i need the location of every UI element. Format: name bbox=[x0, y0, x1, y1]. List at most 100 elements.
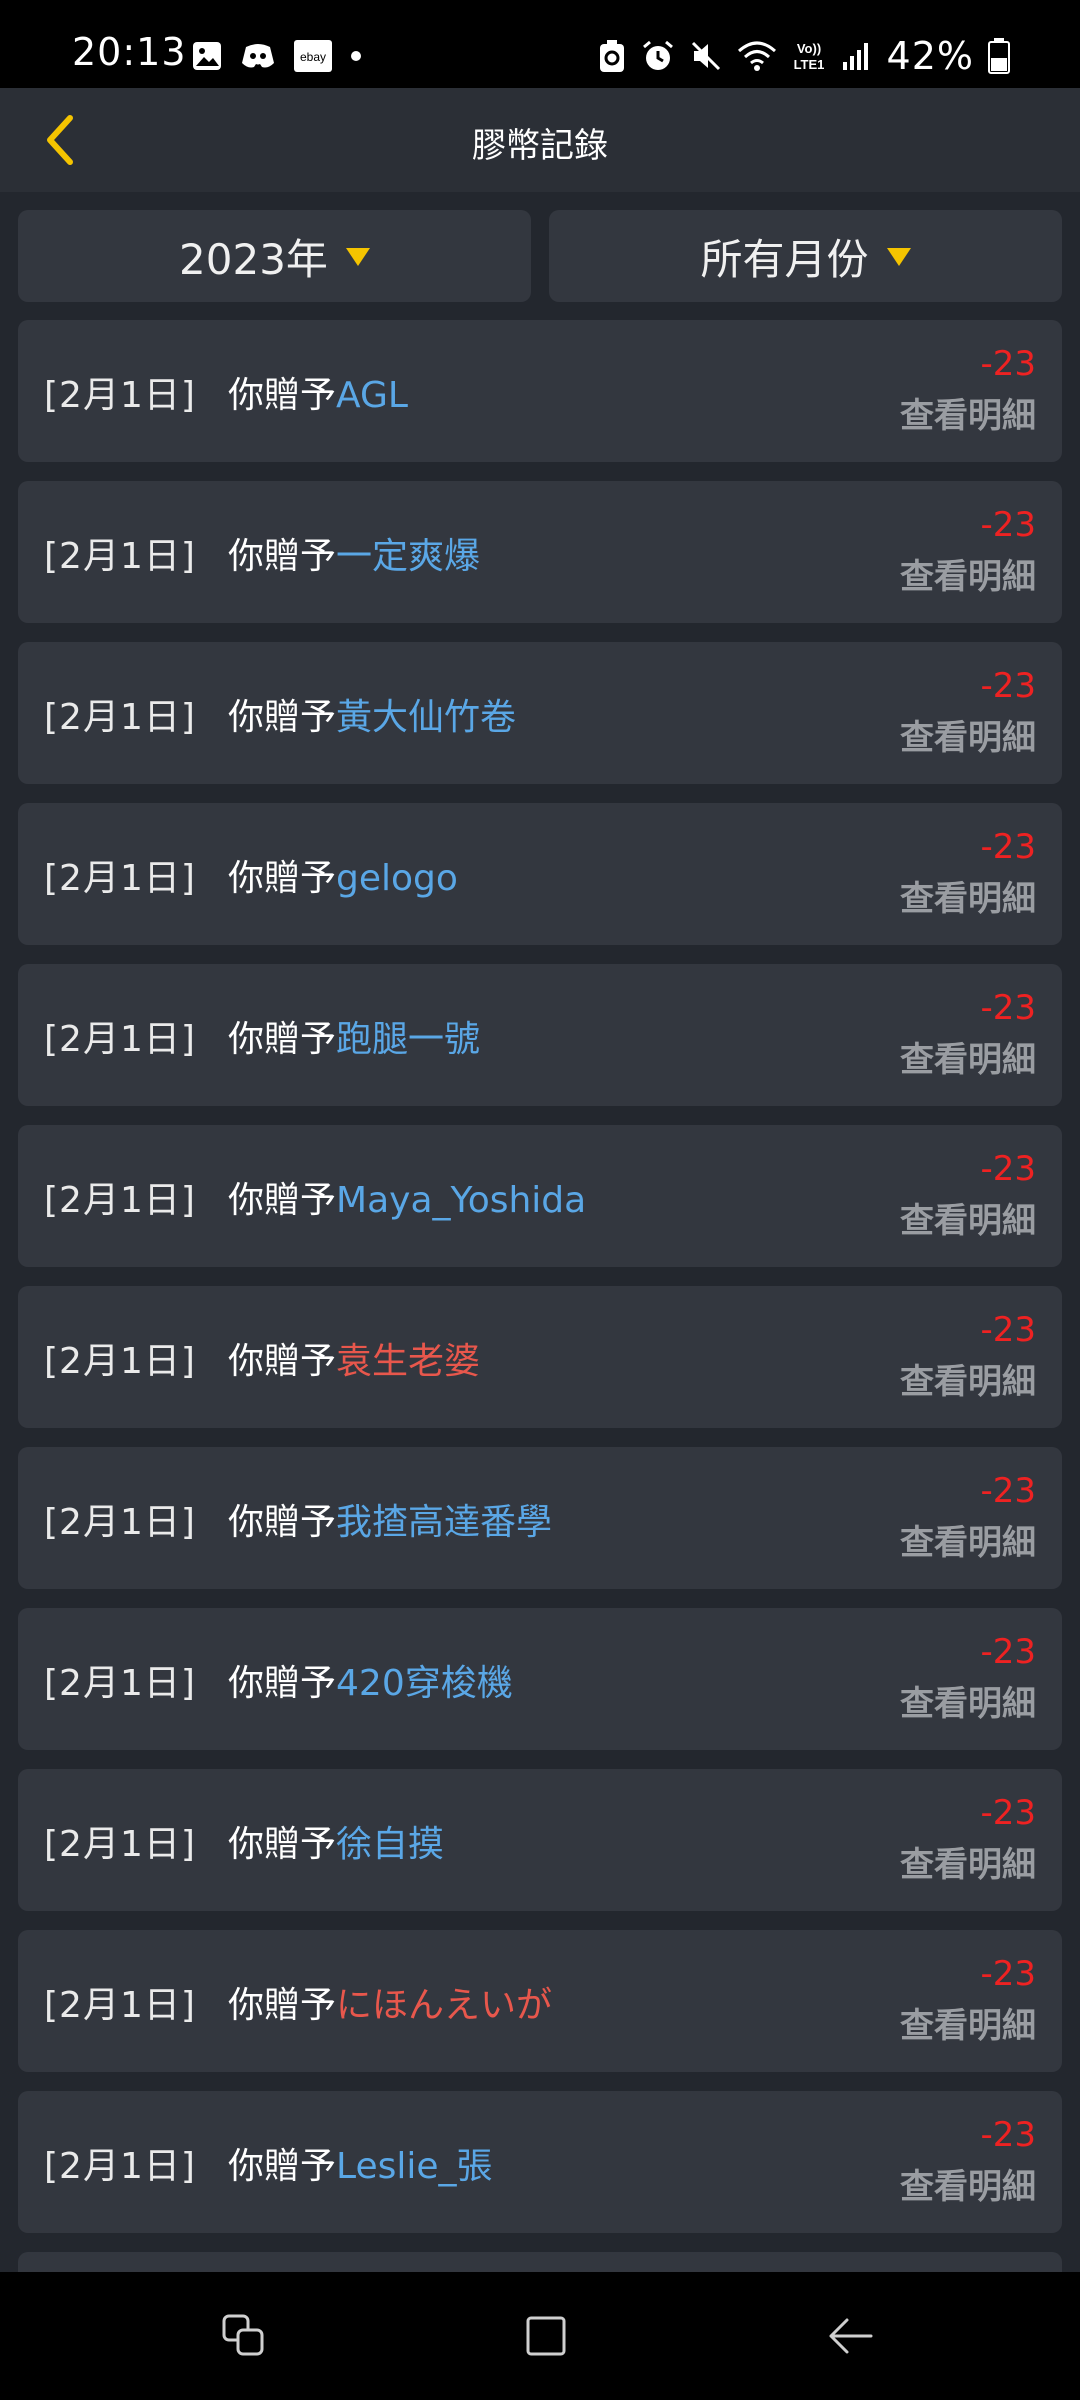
record-amount: -23 bbox=[980, 666, 1036, 706]
page-title: 膠幣記錄 bbox=[472, 126, 608, 166]
record-description: 你贈予gelogo bbox=[228, 849, 458, 901]
record-amount: -23 bbox=[980, 1149, 1036, 1189]
svg-text:ebay: ebay bbox=[300, 50, 326, 64]
recipient-name-link[interactable]: gelogo bbox=[336, 858, 458, 899]
recipient-name-link[interactable]: にほんえいが bbox=[336, 1985, 552, 2026]
record-row[interactable]: [2月1日] 你贈予AGL -23 查看明細 bbox=[18, 320, 1062, 462]
record-date: [2月1日] bbox=[44, 858, 196, 899]
record-row[interactable]: [2月1日] 你贈予我揸高達番學 -23 查看明細 bbox=[18, 1447, 1062, 1589]
recipient-name-link[interactable]: 跑腿一號 bbox=[336, 1019, 480, 1060]
recipient-name-link[interactable]: 420穿梭機 bbox=[336, 1663, 513, 1704]
record-prefix: 你贈予 bbox=[228, 536, 337, 577]
recent-apps-icon bbox=[222, 2314, 264, 2356]
record-prefix: 你贈予 bbox=[228, 1341, 337, 1382]
record-date: [2月1日] bbox=[44, 1502, 196, 1543]
view-details-link[interactable]: 查看明細 bbox=[900, 388, 1036, 437]
record-prefix: 你贈予 bbox=[228, 1985, 337, 2026]
recycle-icon bbox=[597, 39, 627, 73]
record-description: 你贈予徐自摸 bbox=[228, 1815, 444, 1867]
record-prefix: 你贈予 bbox=[228, 1824, 337, 1865]
record-amount: -23 bbox=[980, 988, 1036, 1028]
home-icon bbox=[526, 2316, 566, 2356]
year-dropdown[interactable]: 2023年 bbox=[18, 210, 531, 302]
status-right: Vo)) LTE1 42% bbox=[597, 34, 1010, 78]
svg-text:LTE1: LTE1 bbox=[793, 57, 824, 72]
record-prefix: 你贈予 bbox=[228, 697, 337, 738]
record-amount: -23 bbox=[980, 1954, 1036, 1994]
record-date: [2月1日] bbox=[44, 1180, 196, 1221]
record-row-partial[interactable] bbox=[18, 2252, 1062, 2272]
record-description: 你贈予袁生老婆 bbox=[228, 1332, 480, 1384]
filter-bar: 2023年 所有月份 bbox=[18, 210, 1062, 302]
view-details-link[interactable]: 查看明細 bbox=[900, 1837, 1036, 1886]
record-row[interactable]: [2月1日] 你贈予一定爽爆 -23 查看明細 bbox=[18, 481, 1062, 623]
recipient-name-link[interactable]: Maya_Yoshida bbox=[336, 1180, 586, 1221]
battery-percent: 42% bbox=[886, 34, 974, 78]
status-bar: 20:13 ebay Vo)) LTE1 42% bbox=[0, 0, 1080, 88]
recipient-name-link[interactable]: 袁生老婆 bbox=[336, 1341, 480, 1382]
record-date: [2月1日] bbox=[44, 536, 196, 577]
ebay-icon: ebay bbox=[294, 40, 332, 72]
record-date: [2月1日] bbox=[44, 1019, 196, 1060]
record-date: [2月1日] bbox=[44, 375, 196, 416]
record-date: [2月1日] bbox=[44, 1824, 196, 1865]
caret-down-icon bbox=[345, 248, 370, 266]
record-description: 你贈予Leslie_張 bbox=[228, 2137, 493, 2189]
recipient-name-link[interactable]: AGL bbox=[336, 375, 408, 416]
record-row[interactable]: [2月1日] 你贈予gelogo -23 查看明細 bbox=[18, 803, 1062, 945]
view-details-link[interactable]: 查看明細 bbox=[900, 1676, 1036, 1725]
record-description: 你贈予にほんえいが bbox=[228, 1976, 552, 2028]
record-row[interactable]: [2月1日] 你贈予420穿梭機 -23 查看明細 bbox=[18, 1608, 1062, 1750]
gallery-icon bbox=[192, 41, 222, 71]
status-time: 20:13 bbox=[72, 30, 187, 74]
record-row[interactable]: [2月1日] 你贈予にほんえいが -23 查看明細 bbox=[18, 1930, 1062, 2072]
view-details-link[interactable]: 查看明細 bbox=[900, 1998, 1036, 2047]
record-row[interactable]: [2月1日] 你贈予徐自摸 -23 查看明細 bbox=[18, 1769, 1062, 1911]
record-row[interactable]: [2月1日] 你贈予Maya_Yoshida -23 查看明細 bbox=[18, 1125, 1062, 1267]
view-details-link[interactable]: 查看明細 bbox=[900, 1032, 1036, 1081]
record-date: [2月1日] bbox=[44, 2146, 196, 2187]
recent-apps-button[interactable] bbox=[210, 2302, 278, 2370]
record-description: 你贈予420穿梭機 bbox=[228, 1654, 513, 1706]
home-button[interactable] bbox=[512, 2302, 580, 2370]
recipient-name-link[interactable]: 黃大仙竹卷 bbox=[336, 697, 516, 738]
record-prefix: 你贈予 bbox=[228, 1180, 337, 1221]
record-row[interactable]: [2月1日] 你贈予Leslie_張 -23 查看明細 bbox=[18, 2091, 1062, 2233]
record-amount: -23 bbox=[980, 1471, 1036, 1511]
view-details-link[interactable]: 查看明細 bbox=[900, 1515, 1036, 1564]
discord-icon bbox=[240, 41, 276, 71]
app-header: 膠幣記錄 bbox=[0, 88, 1080, 192]
record-description: 你贈予黃大仙竹卷 bbox=[228, 688, 516, 740]
record-prefix: 你贈予 bbox=[228, 1502, 337, 1543]
view-details-link[interactable]: 查看明細 bbox=[900, 871, 1036, 920]
alarm-icon bbox=[641, 39, 675, 73]
record-row[interactable]: [2月1日] 你贈予袁生老婆 -23 查看明細 bbox=[18, 1286, 1062, 1428]
month-dropdown[interactable]: 所有月份 bbox=[549, 210, 1062, 302]
caret-down-icon bbox=[886, 248, 911, 266]
record-row[interactable]: [2月1日] 你贈予跑腿一號 -23 查看明細 bbox=[18, 964, 1062, 1106]
record-description: 你贈予一定爽爆 bbox=[228, 527, 480, 579]
record-date: [2月1日] bbox=[44, 697, 196, 738]
view-details-link[interactable]: 查看明細 bbox=[900, 2159, 1036, 2208]
view-details-link[interactable]: 查看明細 bbox=[900, 1354, 1036, 1403]
view-details-link[interactable]: 查看明細 bbox=[900, 549, 1036, 598]
record-description: 你贈予AGL bbox=[228, 366, 408, 418]
view-details-link[interactable]: 查看明細 bbox=[900, 1193, 1036, 1242]
record-prefix: 你贈予 bbox=[228, 2146, 337, 2187]
view-details-link[interactable]: 查看明細 bbox=[900, 710, 1036, 759]
back-icon bbox=[829, 2318, 873, 2354]
svg-text:Vo)): Vo)) bbox=[796, 41, 820, 56]
wifi-icon bbox=[737, 39, 777, 73]
record-description: 你贈予跑腿一號 bbox=[228, 1010, 480, 1062]
nav-back-button[interactable] bbox=[816, 2302, 884, 2370]
recipient-name-link[interactable]: 徐自摸 bbox=[336, 1824, 444, 1865]
record-prefix: 你贈予 bbox=[228, 858, 337, 899]
recipient-name-link[interactable]: Leslie_張 bbox=[336, 2146, 492, 2187]
record-amount: -23 bbox=[980, 1632, 1036, 1672]
year-dropdown-value: 2023年 bbox=[179, 234, 328, 284]
record-description: 你贈予我揸高達番學 bbox=[228, 1493, 552, 1545]
recipient-name-link[interactable]: 一定爽爆 bbox=[336, 536, 480, 577]
record-row[interactable]: [2月1日] 你贈予黃大仙竹卷 -23 查看明細 bbox=[18, 642, 1062, 784]
record-amount: -23 bbox=[980, 1793, 1036, 1833]
recipient-name-link[interactable]: 我揸高達番學 bbox=[336, 1502, 552, 1543]
